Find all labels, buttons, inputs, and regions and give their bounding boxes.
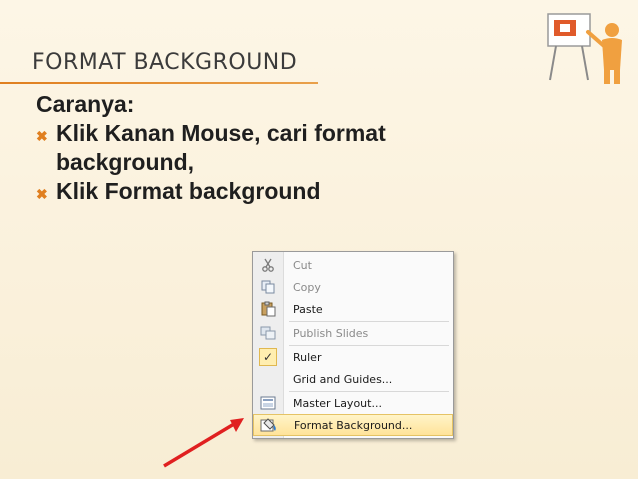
- menu-item-label: Cut: [293, 258, 312, 272]
- menu-item-label: Publish Slides: [293, 326, 369, 340]
- format-background-icon: [260, 418, 276, 432]
- copy-icon: [261, 280, 275, 294]
- menu-item-cut[interactable]: Cut: [253, 254, 453, 276]
- presenter-illustration: [547, 13, 622, 84]
- paste-icon: [261, 301, 276, 317]
- menu-item-copy[interactable]: Copy: [253, 276, 453, 298]
- menu-item-label: Grid and Guides...: [293, 372, 393, 386]
- layout-icon: [260, 396, 276, 410]
- intro-text: Caranya:: [36, 91, 135, 117]
- menu-item-ruler[interactable]: ✓ Ruler: [253, 346, 453, 368]
- checkmark-icon: ✓: [259, 348, 277, 366]
- bullet-item: ✖ Klik Kanan Mouse, cari format backgrou…: [36, 119, 506, 177]
- menu-item-master-layout[interactable]: Master Layout...: [253, 392, 453, 414]
- bullet-text: Klik Kanan Mouse, cari format background…: [56, 120, 386, 175]
- menu-item-paste[interactable]: Paste: [253, 298, 453, 320]
- red-arrow-pointer: [163, 418, 244, 468]
- slide-body: Caranya: ✖ Klik Kanan Mouse, cari format…: [36, 90, 506, 209]
- slide-title: FORMAT BACKGROUND: [32, 50, 298, 75]
- x-bullet-icon: ✖: [36, 186, 48, 202]
- title-underline: [0, 82, 318, 84]
- publish-icon: [260, 326, 276, 340]
- bullet-text: Klik Format background: [56, 178, 321, 204]
- bullet-item: ✖ Klik Format background: [36, 177, 506, 209]
- context-menu: Cut Copy Paste Publish Slides ✓ Ruler Gr…: [252, 251, 454, 439]
- menu-item-label: Ruler: [293, 350, 322, 364]
- x-bullet-icon: ✖: [36, 128, 48, 144]
- menu-item-label: Master Layout...: [293, 396, 382, 410]
- menu-item-publish-slides[interactable]: Publish Slides: [253, 322, 453, 344]
- menu-item-label: Format Background...: [294, 418, 413, 432]
- menu-item-label: Copy: [293, 280, 321, 294]
- scissors-icon: [262, 258, 274, 272]
- menu-item-format-background[interactable]: Format Background...: [253, 414, 453, 436]
- menu-item-label: Paste: [293, 302, 323, 316]
- menu-item-grid-and-guides[interactable]: Grid and Guides...: [253, 368, 453, 390]
